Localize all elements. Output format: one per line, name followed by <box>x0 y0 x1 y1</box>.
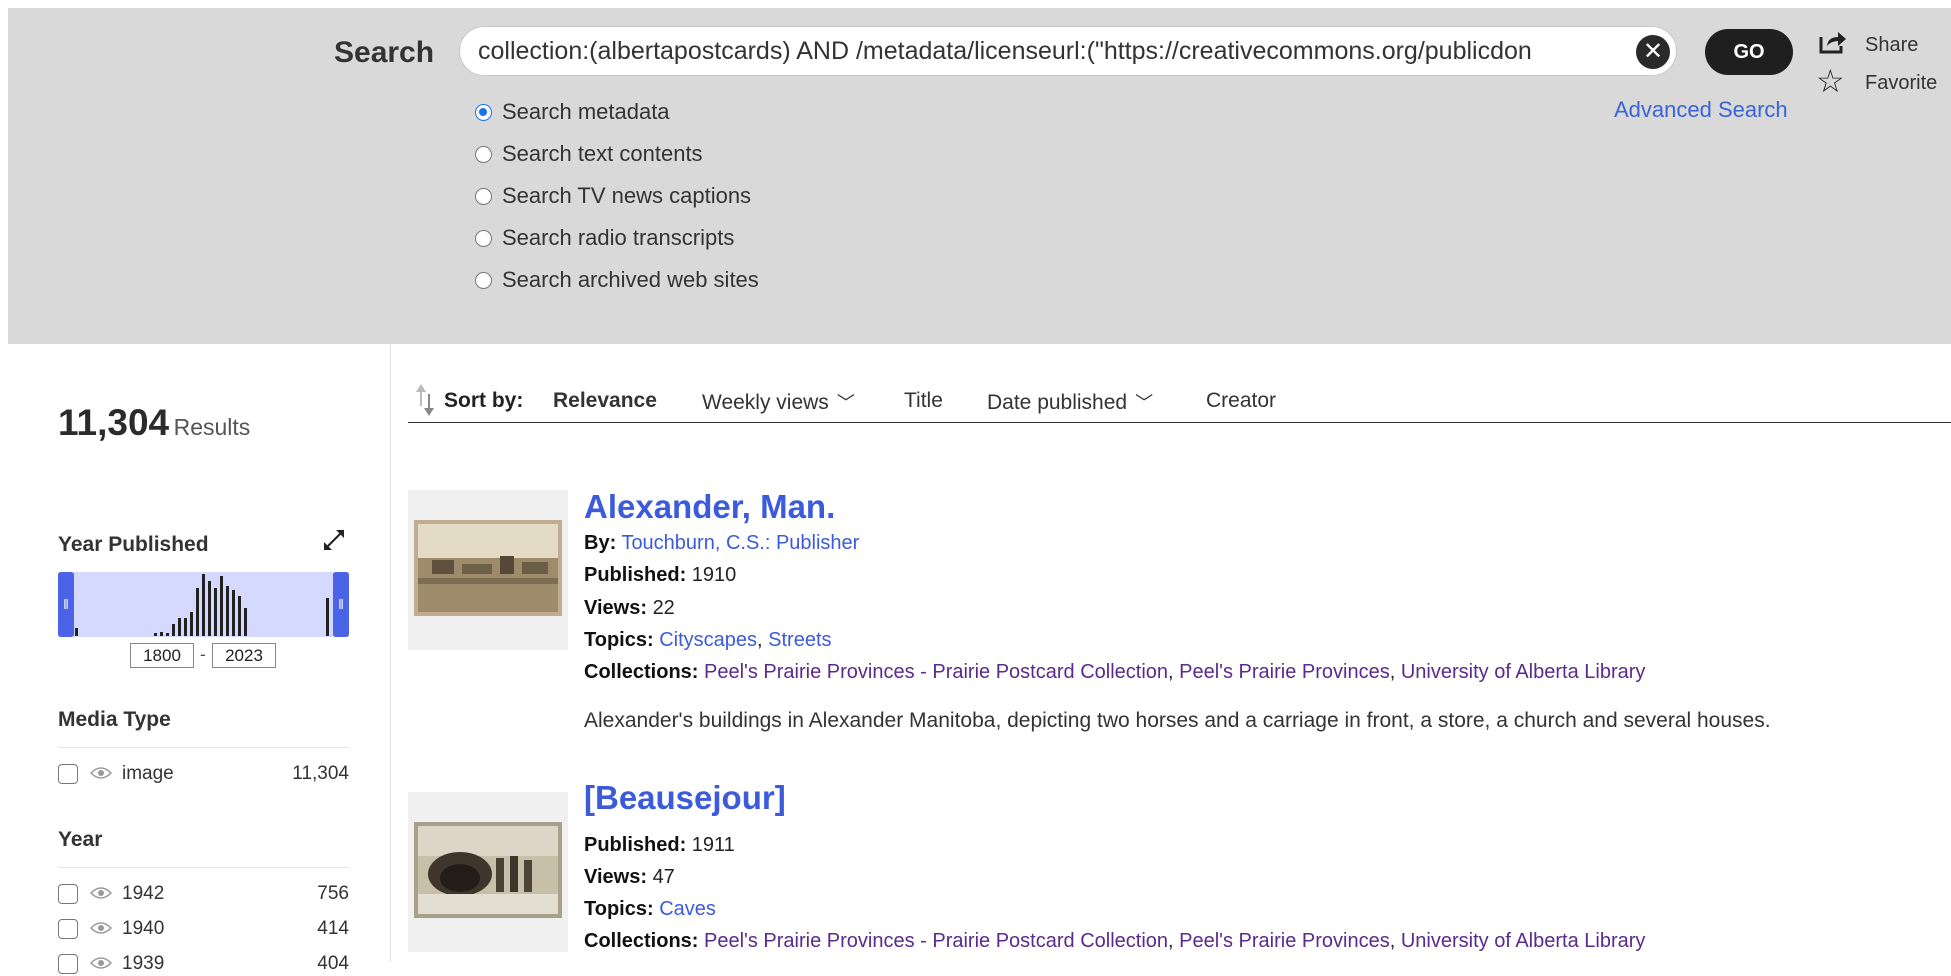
facet-title-media-type: Media Type <box>58 708 171 731</box>
topic-link[interactable]: Streets <box>768 629 831 651</box>
item-description: Alexander's buildings in Alexander Manit… <box>584 709 1771 732</box>
sort-creator[interactable]: Creator <box>1206 389 1276 413</box>
year-max-input[interactable]: 2023 <box>212 643 276 668</box>
eye-icon[interactable] <box>90 886 112 900</box>
sort-bar: Sort by: Relevance Weekly views ﹀ Title D… <box>408 380 1951 423</box>
item-title-link[interactable]: Alexander, Man. <box>584 488 835 526</box>
year-min-input[interactable]: 1800 <box>130 643 194 668</box>
eye-icon[interactable] <box>90 921 112 935</box>
histogram-bar <box>178 618 181 636</box>
checkbox-icon[interactable] <box>58 954 78 974</box>
histogram-min-handle[interactable]: ‖ <box>58 572 74 637</box>
radio-search-text[interactable]: Search text contents <box>475 141 703 167</box>
advanced-search-link[interactable]: Advanced Search <box>1614 97 1788 123</box>
histogram-bar <box>226 586 229 636</box>
radio-search-tv[interactable]: Search TV news captions <box>475 183 751 209</box>
collection-link[interactable]: Peel's Prairie Provinces - Prairie Postc… <box>704 661 1168 683</box>
sort-date-published[interactable]: Date published ﹀ <box>987 389 1153 415</box>
radio-button[interactable] <box>475 104 492 121</box>
radio-search-metadata[interactable]: Search metadata <box>475 99 670 125</box>
facet-divider <box>58 867 349 868</box>
radio-search-web[interactable]: Search archived web sites <box>475 267 759 293</box>
item-title-link[interactable]: [Beausejour] <box>584 779 786 817</box>
sort-icon[interactable] <box>414 380 436 420</box>
item-thumbnail[interactable] <box>408 490 568 650</box>
item-views: Views: 22 <box>584 597 675 619</box>
share-button[interactable]: Share <box>1865 34 1918 57</box>
facet-divider <box>58 747 349 748</box>
histogram-bar <box>214 588 217 636</box>
creator-link[interactable]: Touchburn, C.S.: Publisher <box>621 532 859 554</box>
collection-link[interactable]: Peel's Prairie Provinces <box>1179 661 1390 683</box>
histogram-bar <box>166 633 169 636</box>
facet-item-image[interactable]: image 11,304 <box>58 762 349 786</box>
item-thumbnail[interactable] <box>408 792 568 952</box>
sort-relevance[interactable]: Relevance <box>553 389 657 413</box>
item-topics: Topics: Caves <box>584 898 716 920</box>
item-published: Published: 1911 <box>584 834 735 856</box>
histogram-bar <box>220 576 223 636</box>
eye-icon[interactable] <box>90 766 112 780</box>
results-count: 11,304 Results <box>58 402 251 443</box>
histogram-max-handle[interactable]: ‖ <box>333 572 349 637</box>
collection-link[interactable]: Peel's Prairie Provinces <box>1179 930 1390 952</box>
facet-item-year[interactable]: 1942 756 <box>58 882 349 906</box>
histogram-bar <box>238 596 241 636</box>
year-range-dash: - <box>200 645 206 664</box>
collection-link[interactable]: University of Alberta Library <box>1401 661 1646 683</box>
facet-title-year-published: Year Published <box>58 533 209 556</box>
sidebar-divider <box>390 344 391 962</box>
histogram-bar <box>196 588 199 636</box>
collection-link[interactable]: Peel's Prairie Provinces - Prairie Postc… <box>704 930 1168 952</box>
item-collections: Collections: Peel's Prairie Provinces - … <box>584 930 1646 952</box>
radio-button[interactable] <box>475 272 492 289</box>
item-views: Views: 47 <box>584 866 675 888</box>
postcard-thumbnail <box>414 520 562 616</box>
checkbox-icon[interactable] <box>58 764 78 784</box>
expand-icon[interactable] <box>322 528 346 552</box>
checkbox-icon[interactable] <box>58 884 78 904</box>
radio-button[interactable] <box>475 188 492 205</box>
search-input[interactable]: collection:(albertapostcards) AND /metad… <box>459 26 1677 76</box>
radio-search-radio[interactable]: Search radio transcripts <box>475 225 734 251</box>
histogram-bar <box>184 618 187 636</box>
eye-icon[interactable] <box>90 956 112 970</box>
item-published: Published: 1910 <box>584 564 737 586</box>
item-creator: By: Touchburn, C.S.: Publisher <box>584 532 860 554</box>
histogram-bar <box>202 574 205 636</box>
histogram-bar <box>232 590 235 636</box>
favorite-button[interactable]: Favorite <box>1865 72 1937 95</box>
histogram-bar <box>244 608 247 636</box>
chevron-down-icon: ﹀ <box>1135 393 1154 413</box>
search-label: Search <box>334 36 435 69</box>
histogram-bar <box>208 581 211 636</box>
histogram-bar <box>160 632 163 636</box>
sort-label: Sort by: <box>444 389 524 412</box>
item-collections: Collections: Peel's Prairie Provinces - … <box>584 661 1646 683</box>
item-topics: Topics: Cityscapes, Streets <box>584 629 832 651</box>
topic-link[interactable]: Cityscapes <box>659 629 757 651</box>
histogram-bar <box>190 612 193 636</box>
histogram-bar <box>172 624 175 636</box>
postcard-thumbnail <box>414 822 562 918</box>
facet-item-year[interactable]: 1939 404 <box>58 952 349 976</box>
chevron-down-icon: ﹀ <box>836 393 855 413</box>
facet-item-year[interactable]: 1940 414 <box>58 917 349 941</box>
histogram-bar <box>75 628 78 636</box>
star-icon[interactable]: ☆ <box>1816 64 1845 98</box>
sort-weekly-views[interactable]: Weekly views ﹀ <box>702 389 855 415</box>
radio-button[interactable] <box>475 230 492 247</box>
sort-title[interactable]: Title <box>904 389 943 413</box>
histogram-bar <box>326 598 329 636</box>
facet-title-year: Year <box>58 828 103 851</box>
histogram-bar <box>154 633 157 636</box>
collection-link[interactable]: University of Alberta Library <box>1401 930 1646 952</box>
topic-link[interactable]: Caves <box>659 898 716 920</box>
share-icon[interactable] <box>1818 29 1848 55</box>
clear-icon[interactable]: ✕ <box>1636 35 1670 69</box>
checkbox-icon[interactable] <box>58 919 78 939</box>
radio-button[interactable] <box>475 146 492 163</box>
go-button[interactable]: GO <box>1705 29 1793 75</box>
